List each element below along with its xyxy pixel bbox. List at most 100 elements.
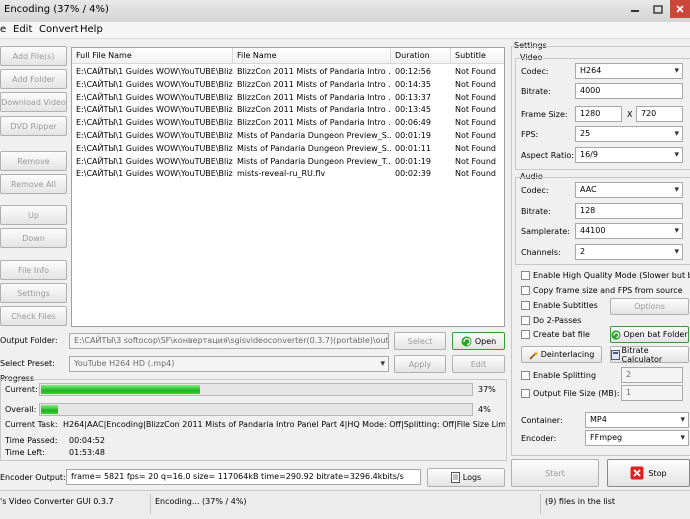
column-header-subtitle[interactable]: Subtitle <box>451 48 504 64</box>
file-name-cell: mists-reveal-ru_RU.flv <box>237 169 326 179</box>
menu-bar: e Edit Convert Help <box>0 22 690 39</box>
bitrate-calculator-button[interactable]: Bitrate Calculator <box>610 346 689 364</box>
file-info-button[interactable]: File Info <box>0 260 67 280</box>
output-size-checkbox[interactable] <box>521 389 530 398</box>
table-row[interactable]: E:\САЙТЫ\1 Guides WOW\YouTUBE\Blizz... Mi… <box>72 143 504 155</box>
menu-edit[interactable]: Edit <box>13 24 32 35</box>
start-button[interactable]: Start <box>511 459 599 487</box>
status-app-name: 's Video Converter GUI 0.3.7 <box>0 497 114 506</box>
deinterlacing-button[interactable]: Deinterlacing <box>521 346 602 363</box>
split-count-field[interactable]: 2 <box>621 367 683 383</box>
maximize-icon <box>653 4 663 14</box>
down-button[interactable]: Down <box>0 228 67 248</box>
menu-help[interactable]: Help <box>80 24 103 35</box>
video-bitrate-field[interactable]: 4000 <box>575 83 683 99</box>
frame-width-field[interactable]: 1280 <box>575 106 622 122</box>
open-folder-label: Open <box>474 336 497 346</box>
file-name-cell: BlizzCon 2011 Mists of Pandaria Intro ..… <box>237 118 391 128</box>
logs-label: Logs <box>462 473 482 482</box>
current-label: Current: <box>5 385 38 394</box>
table-row[interactable]: E:\САЙТЫ\1 Guides WOW\YouTUBE\Blizz... Bl… <box>72 104 504 116</box>
table-row[interactable]: E:\САЙТЫ\1 Guides WOW\YouTUBE\Blizz... Bl… <box>72 117 504 129</box>
samplerate-label: Samplerate: <box>521 227 570 236</box>
table-row[interactable]: E:\САЙТЫ\1 Guides WOW\YouTUBE\Blizz... Mi… <box>72 130 504 142</box>
full-name-cell: E:\САЙТЫ\1 Guides WOW\YouTUBE\Blizz... <box>76 92 233 102</box>
overall-progress-fill <box>41 405 59 414</box>
copy-frame-checkbox[interactable] <box>521 286 530 295</box>
remove-button[interactable]: Remove <box>0 151 67 171</box>
select-folder-button[interactable]: Select <box>394 332 446 350</box>
preset-select[interactable]: YouTube H264 HD (.mp4) <box>69 356 389 372</box>
duration-cell: 00:12:56 <box>395 67 431 76</box>
remove-all-button[interactable]: Remove All <box>0 174 67 194</box>
subtitle-cell: Not Found <box>455 169 496 179</box>
edit-preset-button[interactable]: Edit <box>452 355 505 373</box>
file-list[interactable]: Full File Name File Name Duration Subtit… <box>71 47 505 327</box>
file-name-cell: Mists of Pandaria Dungeon Preview_T... <box>237 156 391 166</box>
time-passed-value: 00:04:52 <box>69 436 105 445</box>
table-row[interactable]: E:\САЙТЫ\1 Guides WOW\YouTUBE\Blizz... Bl… <box>72 92 504 104</box>
time-left-value: 01:53:48 <box>69 448 105 457</box>
file-name-cell: BlizzCon 2011 Mists of Pandaria Intro ..… <box>237 92 391 102</box>
apply-button[interactable]: Apply <box>394 355 446 373</box>
table-row[interactable]: E:\САЙТЫ\1 Guides WOW\YouTUBE\Blizz... Bl… <box>72 66 504 78</box>
splitting-checkbox[interactable] <box>521 371 530 380</box>
minimize-button[interactable] <box>624 0 646 18</box>
overall-percent: 4% <box>478 405 491 414</box>
full-name-cell: E:\САЙТЫ\1 Guides WOW\YouTUBE\Blizz... <box>76 67 233 76</box>
settings-button[interactable]: Settings <box>0 283 67 303</box>
two-pass-label: Do 2-Passes <box>533 316 582 325</box>
frame-height-field[interactable]: 720 <box>636 106 683 122</box>
table-row[interactable]: E:\САЙТЫ\1 Guides WOW\YouTUBE\Blizz... mi… <box>72 168 504 180</box>
subtitle-cell: Not Found <box>455 92 496 102</box>
encoder-select[interactable]: FFmpeg <box>585 430 689 446</box>
stop-label: Stop <box>648 468 667 478</box>
video-bitrate-label: Bitrate: <box>521 87 551 96</box>
up-button[interactable]: Up <box>0 205 67 225</box>
bat-file-checkbox[interactable] <box>521 330 530 339</box>
open-bat-icon <box>611 329 621 340</box>
two-pass-checkbox[interactable] <box>521 316 530 325</box>
audio-bitrate-field[interactable]: 128 <box>575 203 683 219</box>
check-files-button[interactable]: Check Files <box>0 306 67 326</box>
menu-convert[interactable]: Convert <box>39 24 79 35</box>
video-codec-select[interactable]: H264 <box>575 63 683 79</box>
subtitles-checkbox[interactable] <box>521 301 530 310</box>
download-video-button[interactable]: Download Video <box>0 92 67 112</box>
time-left-label: Time Left: <box>5 448 45 457</box>
minimize-icon <box>631 10 639 12</box>
full-name-cell: E:\САЙТЫ\1 Guides WOW\YouTUBE\Blizz... <box>76 131 233 140</box>
calculator-icon <box>611 349 620 360</box>
close-button[interactable] <box>670 0 690 18</box>
column-header-file-name[interactable]: File Name <box>233 48 391 64</box>
column-header-duration[interactable]: Duration <box>391 48 451 64</box>
dvd-ripper-button[interactable]: DVD Ripper <box>0 116 67 136</box>
encoder-output-label: Encoder Output: <box>0 473 66 482</box>
table-row[interactable]: E:\САЙТЫ\1 Guides WOW\YouTUBE\Blizz... Mi… <box>72 156 504 168</box>
add-folder-button[interactable]: Add Folder <box>0 69 67 89</box>
duration-cell: 00:01:19 <box>395 131 431 140</box>
channels-select[interactable]: 2 <box>575 244 683 260</box>
open-bat-folder-button[interactable]: Open bat Folder <box>610 326 689 343</box>
container-select[interactable]: MP4 <box>585 412 689 428</box>
high-quality-checkbox[interactable] <box>521 271 530 280</box>
frame-size-x: X <box>627 110 633 119</box>
stop-button[interactable]: Stop <box>607 459 690 487</box>
fps-select[interactable]: 25 <box>575 126 683 142</box>
column-header-full-name[interactable]: Full File Name <box>72 48 233 64</box>
output-size-field[interactable]: 1 <box>621 385 683 401</box>
container-label: Container: <box>521 416 563 425</box>
aspect-ratio-select[interactable]: 16/9 <box>575 147 683 163</box>
audio-codec-select[interactable]: AAC <box>575 182 683 198</box>
logs-button[interactable]: Logs <box>427 468 505 487</box>
table-row[interactable]: E:\САЙТЫ\1 Guides WOW\YouTUBE\Blizz... Bl… <box>72 79 504 91</box>
file-name-cell: BlizzCon 2011 Mists of Pandaria Intro ..… <box>237 79 391 89</box>
open-bat-label: Open bat Folder <box>623 330 688 339</box>
menu-file[interactable]: e <box>0 24 6 35</box>
open-folder-button[interactable]: Open <box>452 332 505 350</box>
samplerate-select[interactable]: 44100 <box>575 223 683 239</box>
subtitle-options-button[interactable]: Options <box>610 298 689 315</box>
maximize-button[interactable] <box>647 0 669 18</box>
output-folder-field[interactable]: E:\САЙТЫ\3 softocop\SF\конвертация\sgisv… <box>69 333 389 349</box>
add-files-button[interactable]: Add File(s) <box>0 46 67 66</box>
